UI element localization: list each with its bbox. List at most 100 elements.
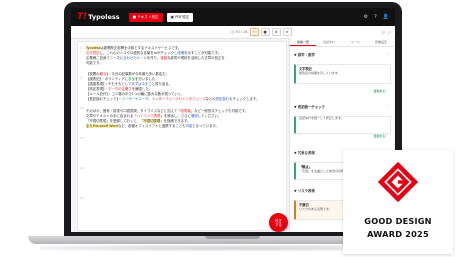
text-span: を示すことが可能です。 — [184, 51, 222, 55]
issue-actions: 置換する — [296, 77, 390, 96]
flagged-text[interactable]: インターフェースやインタフェース — [152, 97, 206, 101]
text-span: を確認した。 — [131, 87, 153, 91]
good-design-mark-icon — [378, 162, 418, 202]
editor-line[interactable]: 【誤表記】・ボランティアに参加を行いました。 — [86, 77, 281, 81]
bold-button[interactable]: B — [271, 28, 281, 36]
text-span: などの — [205, 97, 216, 101]
issue-card[interactable]: 文字表記 誤表記の候補を示しています。 置換する — [294, 64, 391, 93]
edit-button[interactable]: ✎ — [249, 28, 259, 36]
flagged-text[interactable]: またMicrosoft Word — [86, 124, 119, 128]
app-logo[interactable]: T! Typoless — [77, 12, 120, 22]
text-span: に、これらのミスや口語的な言葉をAIがチェックし — [99, 51, 178, 55]
editor-line[interactable]: 【表記揺れチェック】・ユーザーやユーザ、インターフェースやインタフェースなどの表… — [86, 97, 281, 101]
flagged-text[interactable]: 参加 — [128, 77, 135, 81]
text-span: を作り、 — [146, 56, 161, 60]
issue-actions: 置換する — [296, 122, 390, 141]
award-year: AWARD 2025 — [367, 229, 429, 239]
laptop-notch — [205, 236, 260, 239]
text-span: 各種オフィスソフト — [128, 124, 159, 128]
text-span: 【誤表記】・ボランティアに — [86, 77, 129, 81]
text-span: 企業様ご自身でニーズに — [86, 56, 124, 60]
flagged-text[interactable]: ユーザーやユーザ — [122, 97, 149, 101]
undo-icon[interactable]: ↺ — [381, 30, 384, 35]
tab-dictionary[interactable]: 辞書設定 — [368, 38, 394, 46]
flagged-text[interactable]: 不適切表現 — [143, 119, 161, 123]
account-icon[interactable]: 👤 — [383, 14, 389, 20]
text-span: 【校閲の — [86, 72, 100, 76]
apply-suggestion-button[interactable]: 置換する — [371, 133, 387, 138]
flagged-text[interactable]: 確認 — [191, 114, 198, 118]
good-design-award-badge: GOOD DESIGN AWARD 2025 — [343, 150, 453, 254]
section-title: ▼ 表記統一チェック — [294, 105, 325, 109]
editor-line[interactable]: 【ルール自作】・ゴミ箱の中で1つの輪に膨大な数が揃っていく。 — [86, 92, 281, 96]
text-span: 」を指摘できます。 — [160, 119, 191, 123]
flagged-text[interactable]: 表記揺れ — [216, 97, 230, 101]
flagged-text[interactable]: 文字表記 — [86, 51, 100, 55]
apply-suggestion-button[interactable]: 置換する — [371, 88, 387, 93]
section-header[interactable]: ▼ 誤字・脱字 ⌃ — [294, 52, 390, 58]
award-title: GOOD DESIGN — [364, 216, 432, 226]
line-number: 20 — [80, 166, 84, 170]
flagged-text[interactable]: ハイリスク表現 — [137, 114, 161, 118]
section-title: ▼ 誤字・脱字 — [294, 53, 315, 57]
editor-line[interactable]: 「不適切表現」を登録しておくと、「不適切表現」を指摘できます。 — [86, 119, 281, 123]
tab-text-proofreading[interactable]: ■ テキスト校正 — [128, 12, 163, 22]
text-editor[interactable]: Typolessは新聞校正部署を中核とするテキストサービスです。 文字表記に、これ… — [77, 41, 287, 231]
editor-line[interactable]: 【校閲の観点】・今日の記事数が今年最も多い数会だ。 — [86, 72, 281, 76]
flagged-text[interactable]: 合わせたルール — [123, 56, 147, 60]
flagged-text[interactable]: まずは今まで — [131, 82, 151, 86]
text-span: 【重複表現】・そもそもとして — [86, 82, 132, 86]
line-number: 25 — [80, 196, 84, 200]
tab-variants[interactable]: 表記ゆれ — [316, 38, 342, 46]
top-bar: T! Typoless ■ テキスト校正 ▣ PDF校正 ⚙ ? 👤 — [71, 8, 395, 26]
text-span: を行いました。 — [134, 77, 159, 81]
proofread-button[interactable]: 校正 する — [269, 213, 288, 232]
text-span: そのほか、固有・読書や口語表現、タイプミスなどに加えて「 — [86, 109, 181, 113]
text-span: 【特定表現】・ — [86, 87, 109, 91]
editor-line[interactable]: 【重複表現】・そもそもとしてまずは今までと振り返る。 — [86, 82, 281, 86]
line-number: 15 — [80, 136, 84, 140]
line-number: 10 — [80, 106, 84, 110]
character-count: ◷ 70 / 1K — [231, 30, 248, 34]
text-span: 文章やテキストの中に含まれる「 — [86, 114, 137, 118]
editor-line[interactable]: またMicrosoft Wordなど、各種オフィスソフトと連携することも可能とな… — [86, 124, 281, 128]
tab-issues[interactable]: 指摘一覧 — [290, 38, 316, 46]
list-button[interactable]: ≡ — [282, 28, 292, 36]
editor-line[interactable]: 文章やテキストの中に含まれる「ハイリスク表現」を検出し、さらに確認してください。 — [86, 114, 281, 118]
text-span: 】・今日の記事数が今年最も多い数会だ。 — [106, 72, 169, 76]
flagged-text[interactable]: Typoless — [86, 46, 101, 50]
text-span: してください。 — [197, 114, 222, 118]
chevron-up-icon[interactable]: ⌃ — [387, 53, 390, 57]
section-title: ▼ リスク表現 — [294, 189, 315, 193]
text-span: 【表記揺れチェック】・ — [86, 97, 122, 101]
editor-line[interactable]: 文字表記に、これらのミスや口語的な言葉をAIがチェックし候補を示すことが可能です… — [86, 51, 281, 55]
editor-line[interactable]: 可能です。 — [86, 61, 281, 65]
text-span: 【ルール自作】・ゴミ箱の中で1つの輪に膨大な数が揃っていく。 — [86, 92, 185, 96]
issue-card[interactable]: 表記ゆれを統一して修正します。 置換する — [294, 116, 391, 138]
text-span: 」を検出し、さらに — [160, 114, 191, 118]
panel-section: ▼ 誤字・脱字 ⌃ — [294, 52, 390, 58]
help-icon[interactable]: ? — [374, 14, 377, 20]
expand-icon[interactable]: ⤢ — [388, 30, 391, 35]
line-number: 1 — [80, 46, 82, 50]
editor-line[interactable]: そのほか、固有・読書や口語表現、タイプミスなどに加えて「校閲者」など一般的なチェ… — [86, 109, 281, 113]
editor-line[interactable]: 【特定表現】・データの正確さを確認した。 — [86, 87, 281, 91]
editor-line[interactable]: 企業様ご自身でニーズに合わせたルールを作り、複雑な辞書や規約を活用した文章の校正… — [86, 56, 281, 60]
proofread-button-sublabel: する — [275, 222, 282, 227]
flagged-text[interactable]: データの正確さ — [108, 87, 132, 91]
chevron-up-icon[interactable]: ⌃ — [387, 105, 390, 109]
text-span: 」など一般的なチェックも可能です。 — [190, 109, 249, 113]
text-span: と振り返る。 — [151, 82, 173, 86]
tab-pdf-proofreading[interactable]: ▣ PDF校正 — [166, 12, 194, 22]
settings-icon[interactable]: ⚙ — [364, 14, 368, 20]
highlight-button[interactable]: ■ — [260, 28, 270, 36]
text-span: となっています。 — [192, 124, 219, 128]
tab-rules[interactable]: ルール — [342, 38, 368, 46]
text-span: は新聞校正部署を中核とするテキストサービスです。 — [100, 46, 182, 50]
section-header[interactable]: ▼ 表記統一チェック ⌃ — [294, 104, 390, 110]
text-span: な辞書や規約を活用した文章の校正を — [167, 56, 225, 60]
flagged-text[interactable]: 校閲者 — [181, 109, 191, 113]
editor-line[interactable]: Typolessは新聞校正部署を中核とするテキストサービスです。 — [86, 46, 281, 50]
text-span: と連携することも — [158, 124, 186, 128]
text-span: 可能です。 — [86, 61, 103, 65]
